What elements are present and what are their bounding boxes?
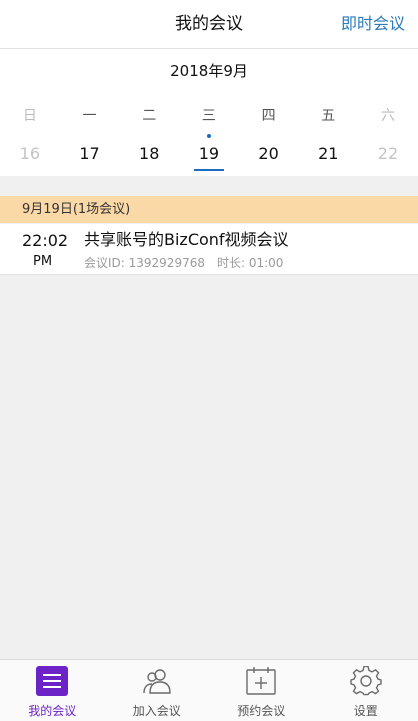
- instant-meeting-button[interactable]: 即时会议: [341, 0, 405, 48]
- date-cell[interactable]: 20: [239, 141, 299, 171]
- date-cell-selected[interactable]: 19: [179, 141, 239, 171]
- meeting-meta: 会议ID: 1392929768 时长: 01:00: [84, 254, 283, 272]
- bottom-tab-bar: 我的会议 加入会议 预约会议: [0, 659, 418, 721]
- weekday-sun: 日: [0, 106, 60, 126]
- menu-icon: [36, 666, 68, 696]
- tab-label: 设置: [314, 703, 418, 719]
- date-cell[interactable]: 18: [119, 141, 179, 171]
- weekday-thu: 四: [239, 106, 299, 126]
- date-label: 21: [318, 144, 338, 163]
- meeting-duration: 时长: 01:00: [217, 256, 283, 270]
- meeting-id: 会议ID: 1392929768: [84, 256, 205, 270]
- date-label: 18: [139, 144, 159, 163]
- date-cell[interactable]: 17: [60, 141, 120, 171]
- weekday-fri: 五: [298, 106, 358, 126]
- meeting-title: 共享账号的BizConf视频会议: [84, 229, 289, 251]
- calendar-add-icon: [245, 666, 277, 696]
- tab-label: 预约会议: [209, 703, 314, 719]
- gear-icon: [350, 666, 382, 696]
- meeting-time: 22:02: [22, 231, 68, 251]
- meeting-dot-icon: [207, 134, 211, 138]
- date-label: 17: [79, 144, 99, 163]
- selected-date-indicator: [194, 169, 224, 171]
- top-bar: 我的会议 即时会议: [0, 0, 418, 49]
- date-cell[interactable]: 22: [358, 141, 418, 171]
- people-icon: [141, 666, 173, 696]
- date-label: 19: [199, 144, 219, 163]
- weekday-tue: 二: [119, 106, 179, 126]
- day-group-header: 9月19日(1场会议): [0, 196, 418, 223]
- date-row: 16 17 18 19 20 21 22: [0, 141, 418, 171]
- tab-join-meeting[interactable]: 加入会议: [105, 660, 210, 721]
- weekday-sat: 六: [358, 106, 418, 126]
- weekday-wed: 三: [179, 106, 239, 126]
- day-group-label: 9月19日(1场会议): [0, 202, 130, 217]
- date-label: 20: [258, 144, 278, 163]
- date-label: 16: [20, 144, 40, 163]
- weekday-row: 日 一 二 三 四 五 六: [0, 106, 418, 126]
- month-label: 2018年9月: [0, 59, 418, 83]
- week-calendar: 2018年9月 日 一 二 三 四 五 六 16 17 18 19 20 21 …: [0, 49, 418, 176]
- tab-schedule-meeting[interactable]: 预约会议: [209, 660, 314, 721]
- date-cell[interactable]: 16: [0, 141, 60, 171]
- weekday-mon: 一: [60, 106, 120, 126]
- meeting-list-item[interactable]: 22:02 PM 共享账号的BizConf视频会议 会议ID: 13929297…: [0, 224, 418, 275]
- date-cell[interactable]: 21: [298, 141, 358, 171]
- meeting-ampm: PM: [33, 253, 52, 271]
- tab-my-meetings[interactable]: 我的会议: [0, 660, 105, 721]
- tab-label: 我的会议: [0, 703, 105, 719]
- date-label: 22: [378, 144, 398, 163]
- tab-label: 加入会议: [105, 703, 210, 719]
- tab-settings[interactable]: 设置: [314, 660, 418, 721]
